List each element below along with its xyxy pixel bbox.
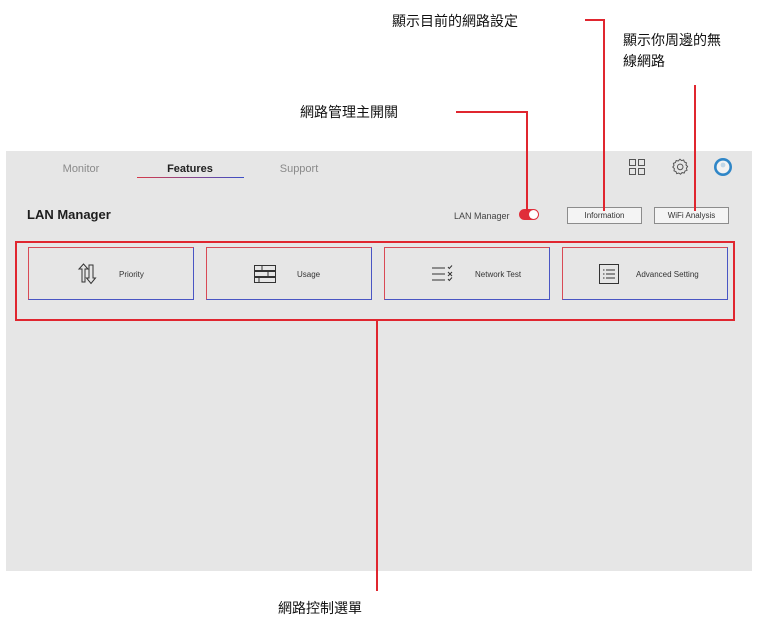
tab-support[interactable]: Support — [272, 161, 326, 177]
active-tab-indicator — [137, 177, 244, 178]
settings-gear-icon[interactable] — [670, 157, 690, 177]
menu-card-usage[interactable]: Usage — [206, 247, 372, 300]
menu-label-usage: Usage — [297, 270, 321, 279]
menu-card-network-test[interactable]: Network Test — [384, 247, 550, 300]
callout-wireless-nearby-line2: 線網路 — [623, 54, 665, 70]
callout-line — [603, 19, 605, 211]
callout-network-settings: 顯示目前的網路設定 — [392, 14, 518, 30]
toggle-knob — [529, 210, 538, 219]
callout-line — [694, 85, 696, 211]
menu-label-network-test: Network Test — [475, 270, 522, 279]
menu-label-advanced-setting: Advanced Setting — [636, 270, 699, 279]
callout-line — [456, 111, 528, 113]
callout-line — [585, 19, 605, 21]
tab-monitor[interactable]: Monitor — [55, 161, 107, 177]
menu-card-advanced-setting[interactable]: Advanced Setting — [562, 247, 728, 300]
wifi-analysis-button[interactable]: WiFi Analysis — [654, 207, 729, 224]
checklist-icon — [432, 262, 454, 286]
tab-features[interactable]: Features — [150, 161, 230, 177]
menu-card-priority[interactable]: Priority — [28, 247, 194, 300]
lan-manager-toggle[interactable] — [519, 209, 539, 220]
user-avatar-icon[interactable] — [713, 157, 733, 177]
callout-line — [376, 321, 378, 591]
callout-wireless-nearby-line1: 顯示你周邊的無 — [623, 33, 721, 49]
page-title: LAN Manager — [27, 207, 111, 222]
grid-icon[interactable] — [627, 157, 647, 177]
up-down-arrows-icon — [76, 262, 98, 286]
menu-label-priority: Priority — [119, 270, 144, 279]
callout-main-switch: 網路管理主開關 — [300, 105, 398, 121]
callout-control-menu: 網路控制選單 — [278, 601, 362, 617]
lan-manager-label: LAN Manager — [454, 211, 510, 221]
usage-bars-icon — [254, 262, 276, 286]
list-document-icon — [598, 262, 620, 286]
callout-line — [526, 111, 528, 211]
